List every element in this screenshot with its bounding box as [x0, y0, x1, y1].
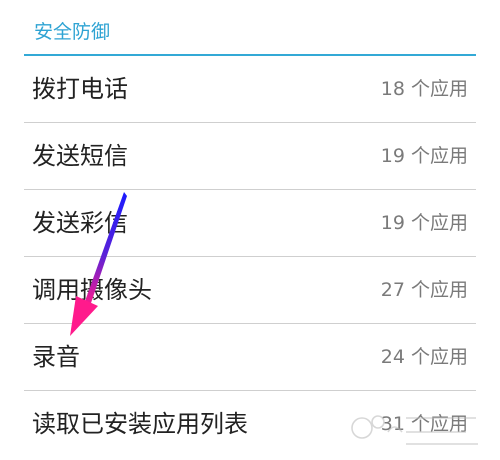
permission-row-call[interactable]: 拨打电话 18 个应用 — [0, 56, 500, 123]
permission-list: 拨打电话 18 个应用 发送短信 19 个应用 发送彩信 19 个应用 调用摄像… — [0, 56, 500, 458]
permission-label: 拨打电话 — [32, 75, 128, 103]
permission-row-mms[interactable]: 发送彩信 19 个应用 — [0, 190, 500, 257]
section-title: 安全防御 — [34, 21, 111, 43]
permission-app-count: 19 个应用 — [380, 212, 468, 234]
permission-app-count: 18 个应用 — [380, 78, 468, 100]
baidu-jingyan-watermark-icon — [351, 415, 478, 445]
permission-row-record-audio[interactable]: 录音 24 个应用 — [0, 324, 500, 391]
permission-label: 读取已安装应用列表 — [32, 410, 248, 438]
permission-row-sms[interactable]: 发送短信 19 个应用 — [0, 123, 500, 190]
permission-app-count: 24 个应用 — [380, 346, 468, 368]
permission-app-count: 27 个应用 — [380, 279, 468, 301]
section-header: 安全防御 — [24, 0, 476, 56]
permission-label: 录音 — [32, 343, 80, 371]
permission-label: 调用摄像头 — [32, 276, 152, 304]
permission-row-camera[interactable]: 调用摄像头 27 个应用 — [0, 257, 500, 324]
permission-label: 发送彩信 — [32, 209, 128, 237]
permission-label: 发送短信 — [32, 142, 128, 170]
permission-app-count: 19 个应用 — [380, 145, 468, 167]
